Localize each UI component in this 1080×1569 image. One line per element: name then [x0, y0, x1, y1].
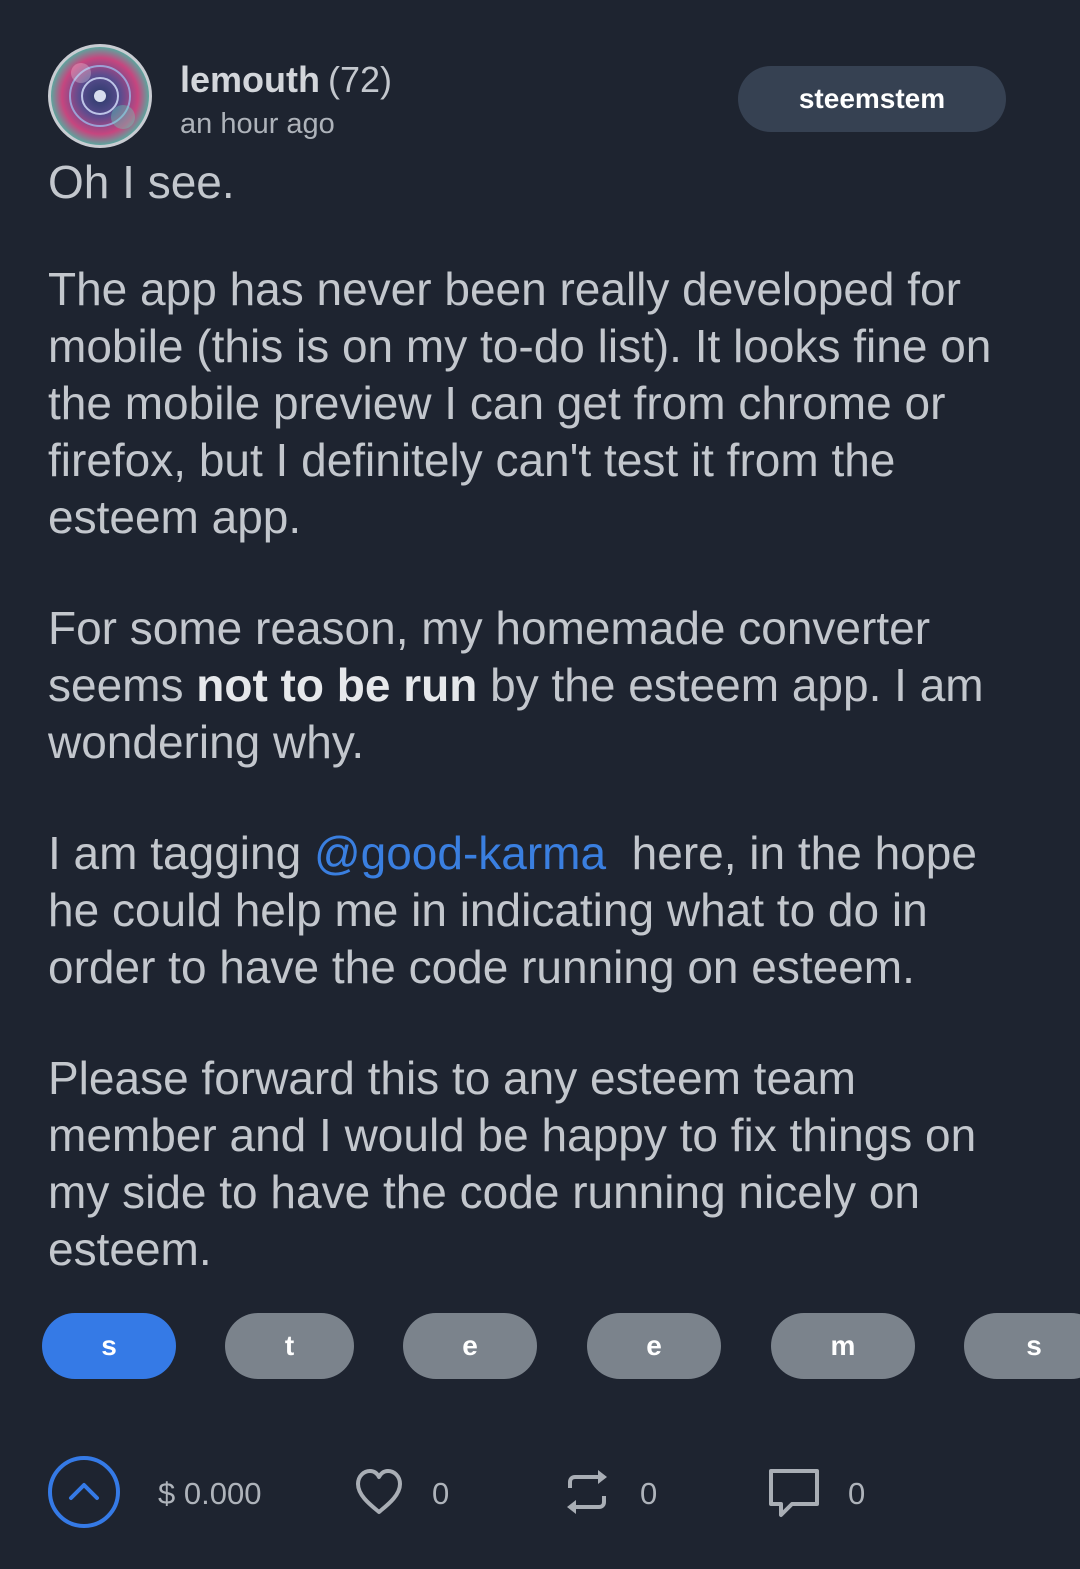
comment-icon[interactable]	[766, 1466, 822, 1522]
author-line: lemouth (72)	[180, 58, 392, 102]
timestamp: an hour ago	[180, 108, 335, 140]
chevron-up-icon	[69, 1483, 99, 1500]
repeat-icon[interactable]	[562, 1466, 612, 1518]
comment-header: lemouth (72) an hour ago steemstem	[48, 44, 1028, 154]
bold-text: not to be run	[196, 659, 478, 711]
paragraph: Oh I see.	[48, 156, 235, 208]
mention-link[interactable]: @good-karma	[314, 827, 606, 879]
author-reputation: (72)	[328, 59, 393, 100]
tag-chip[interactable]: t	[225, 1313, 354, 1379]
like-count: 0	[432, 1476, 450, 1511]
upvote-button[interactable]	[48, 1456, 120, 1528]
author-name[interactable]: lemouth	[180, 59, 320, 100]
tag-chip[interactable]: e	[403, 1313, 537, 1379]
payout-value[interactable]: $ 0.000	[158, 1474, 261, 1514]
comment-footer: $ 0.000 0 0 0	[0, 1456, 1080, 1536]
heart-icon[interactable]	[352, 1466, 406, 1518]
tag-chip[interactable]: s	[964, 1313, 1080, 1379]
reblog-count: 0	[640, 1476, 658, 1511]
tag-list: s t e e m s	[0, 1313, 1080, 1379]
avatar[interactable]	[48, 44, 152, 148]
comment-count: 0	[848, 1476, 866, 1511]
tag-chip[interactable]: e	[587, 1313, 721, 1379]
comment-body: Oh I see. The app has never been really …	[48, 154, 1033, 1332]
paragraph-text: I am tagging	[48, 827, 314, 879]
tag-chip[interactable]: s	[42, 1313, 176, 1379]
tag-chip[interactable]: m	[771, 1313, 915, 1379]
paragraph: I am tagging @good-karma here, in the ho…	[48, 825, 1033, 996]
paragraph: The app has never been really developed …	[48, 263, 992, 543]
paragraph: Please forward this to any esteem team m…	[48, 1052, 977, 1275]
paragraph: For some reason, my homemade converter s…	[48, 600, 1033, 771]
community-badge[interactable]: steemstem	[738, 66, 1006, 132]
avatar-image	[69, 63, 135, 129]
